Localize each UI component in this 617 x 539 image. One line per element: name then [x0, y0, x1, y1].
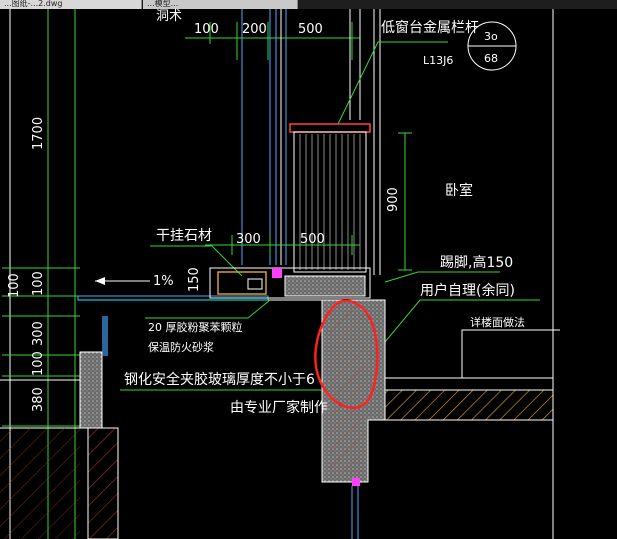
user-self-label: 用户自理(余同) [420, 282, 515, 299]
maker-label: 由专业厂家制作 [230, 399, 328, 416]
kick-leader [384, 271, 500, 283]
top-cut-label: 洞术 [156, 9, 182, 24]
dim-900: 900 [386, 187, 401, 212]
slope-text: 1% [153, 274, 174, 289]
mortar-label-1: 20 厚胶粉聚苯颗粒 [148, 320, 243, 334]
metal-railing [289, 123, 371, 273]
dim-mid-500: 500 [300, 232, 325, 247]
dim-left-1700: 1700 [31, 117, 46, 150]
stone-label: 干挂石材 [156, 228, 212, 244]
dim-mid-300: 300 [236, 232, 261, 247]
dim-mid-line [205, 235, 360, 255]
floor-ref-label: 详楼面做法 [470, 315, 525, 329]
dim-left-100b: 100 [31, 271, 46, 296]
window-sill-assembly [77, 267, 385, 301]
dim-top-200: 200 [242, 22, 267, 37]
bedroom-label: 卧室 [445, 182, 473, 199]
mortar-leader [145, 299, 271, 319]
glass-label: 钢化安全夹胶玻璃厚度不小于6 [124, 371, 315, 388]
window-mullions [241, 9, 554, 539]
dim-top-500: 500 [298, 22, 323, 37]
mortar-label-2: 保温防火砂浆 [148, 340, 214, 354]
dim-left-100a: 100 [7, 273, 22, 298]
dim-left-380: 380 [31, 387, 46, 412]
circle-top-text: 3o [484, 30, 498, 43]
floor-slab [384, 377, 554, 421]
left-lower-wall [0, 316, 119, 539]
kick-label: 踢脚,高150 [440, 254, 513, 271]
dim-left-100c: 100 [31, 351, 46, 376]
railing-ref: L13J6 [423, 54, 453, 67]
cad-drawing: 100 200 500 洞术 低窗台金属栏杆 L13J6 3o 68 1700 … [0, 9, 560, 539]
dim-150: 150 [187, 267, 202, 292]
railing-label: 低窗台金属栏杆 [381, 19, 479, 36]
circle-bottom-text: 68 [484, 52, 498, 65]
floor-leader [461, 329, 560, 378]
dim-top-100: 100 [194, 22, 219, 37]
dim-left-300: 300 [31, 321, 46, 346]
